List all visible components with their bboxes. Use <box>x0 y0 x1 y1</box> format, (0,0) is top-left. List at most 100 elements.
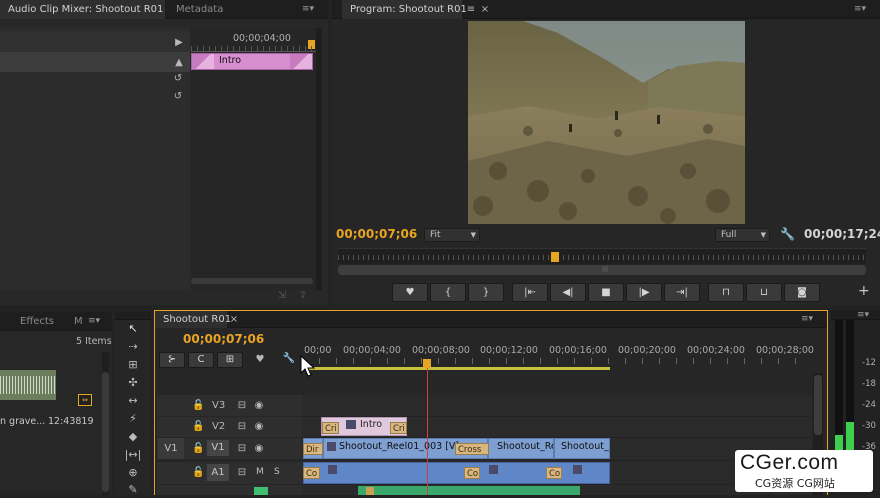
lock-icon[interactable]: 🔓 <box>192 467 204 479</box>
share-icon[interactable]: ⇪ <box>296 290 310 302</box>
transition-cross-dissolve[interactable]: Cross <box>455 443 489 455</box>
panel-menu-icon[interactable]: ≡▾ <box>852 2 868 16</box>
add-marker-timeline-button[interactable]: ⊞ <box>217 352 243 368</box>
video-frame[interactable] <box>468 21 745 224</box>
item-name[interactable]: n grave... <box>0 416 45 427</box>
horizontal-scrollbar[interactable] <box>191 278 313 284</box>
intro-clip[interactable]: Intro <box>191 53 313 70</box>
panel-menu-icon[interactable]: ≡▾ <box>86 314 102 328</box>
track-name-v1: V1 <box>207 440 229 456</box>
snap-button[interactable]: ⊱ <box>159 352 185 368</box>
track-select-tool-icon[interactable]: ⇢ <box>122 339 144 355</box>
source-patch-v1[interactable]: V1 <box>158 438 184 459</box>
program-current-time[interactable]: 00;00;07;06 <box>336 227 417 241</box>
sync-lock-icon[interactable]: ⊟ <box>236 421 248 433</box>
step-back-button[interactable]: ◀| <box>550 283 586 302</box>
lift-button[interactable]: ⊓ <box>708 283 744 302</box>
extract-button[interactable]: ⊔ <box>746 283 782 302</box>
vertical-scrollbar[interactable] <box>316 28 322 290</box>
ruler-tick-label: 00;00;16;00 <box>549 345 607 356</box>
v1-clip-shootout[interactable]: Shootout_ <box>554 438 610 459</box>
export-frame-button[interactable]: ◙ <box>784 283 820 302</box>
selected-row[interactable] <box>0 52 190 72</box>
timeline-playhead-marker[interactable] <box>423 359 431 368</box>
tab-effects[interactable]: Effects <box>12 312 62 331</box>
razor-tool-icon[interactable]: ⚡ <box>122 411 144 427</box>
transition-cross-dissolve[interactable]: Cri <box>390 422 407 434</box>
track-header-v3[interactable] <box>157 395 302 416</box>
program-zoom-bar[interactable]: ||| <box>338 265 866 275</box>
hand-tool-icon[interactable]: ✎ <box>122 482 144 498</box>
eye-icon[interactable]: ◉ <box>253 400 265 412</box>
reset-icon[interactable]: ↺ <box>172 73 184 85</box>
track-header-v2[interactable] <box>157 417 302 437</box>
tab-shootout-r01[interactable]: Shootout R01 <box>155 311 231 328</box>
mute-button[interactable]: M <box>256 467 264 477</box>
expand-arrow-icon[interactable]: ▶ <box>174 37 184 49</box>
mouse-cursor-icon <box>300 354 316 377</box>
transition-dip[interactable]: Dir <box>303 443 323 455</box>
a2-audio-clip[interactable] <box>358 486 580 495</box>
solo-button[interactable]: S <box>274 467 280 477</box>
transition-cross-dissolve[interactable]: Cri <box>322 422 339 434</box>
reset-icon[interactable]: ↺ <box>172 91 184 103</box>
work-area-bar[interactable] <box>304 367 610 370</box>
close-tab-icon[interactable]: × <box>480 4 490 16</box>
program-scrubber[interactable] <box>338 248 866 264</box>
zoom-dropdown[interactable]: Fit ▼ <box>424 228 480 242</box>
a1-audio-clip[interactable] <box>303 462 610 484</box>
track-header-a1[interactable] <box>157 462 302 484</box>
panel-menu-icon[interactable]: ≡▾ <box>855 308 871 322</box>
lock-icon[interactable]: 🔓 <box>192 400 204 412</box>
panel-menu-icon[interactable]: ≡▾ <box>799 312 815 326</box>
step-forward-button[interactable]: |▶ <box>626 283 662 302</box>
resolution-dropdown[interactable]: Full ▼ <box>715 228 770 242</box>
audio-thumbnail[interactable] <box>0 370 56 400</box>
ripple-edit-tool-icon[interactable]: ⊞ <box>122 357 144 373</box>
export-icon[interactable]: ⇲ <box>275 290 289 302</box>
project-scrollbar[interactable] <box>102 352 109 495</box>
slide-tool-icon[interactable]: |↔| <box>122 447 144 463</box>
linked-selection-button[interactable]: C <box>188 352 214 368</box>
eye-icon[interactable]: ◉ <box>253 443 265 455</box>
marker-icon[interactable]: ♥ <box>254 354 266 366</box>
slip-tool-icon[interactable]: ◆ <box>122 429 144 445</box>
add-marker-button[interactable]: ♥ <box>392 283 428 302</box>
sync-lock-icon[interactable]: ⊟ <box>236 467 248 479</box>
timeline-playhead-line[interactable] <box>427 368 428 495</box>
lock-icon[interactable]: 🔓 <box>192 421 204 433</box>
program-playhead-marker[interactable] <box>551 252 559 262</box>
eye-icon[interactable]: ◉ <box>253 421 265 433</box>
sync-lock-icon[interactable]: ⊟ <box>236 400 248 412</box>
go-to-out-button[interactable]: ⇥| <box>664 283 700 302</box>
tab-program[interactable]: Program: Shootout R01 <box>342 0 467 19</box>
stop-button[interactable]: ■ <box>588 283 624 302</box>
audio-transition[interactable]: Co <box>303 467 320 479</box>
tab-metadata[interactable]: Metadata <box>168 0 231 19</box>
selection-tool-icon[interactable]: ↖ <box>122 321 144 337</box>
audio-transition[interactable]: Co <box>546 467 562 479</box>
audio-transition[interactable]: Co <box>464 467 480 479</box>
tab-audio-clip-mixer[interactable]: Audio Clip Mixer: Shootout R01 <box>0 0 165 19</box>
collapse-arrow-icon[interactable]: ▲ <box>174 57 184 69</box>
add-button[interactable]: + <box>858 283 870 299</box>
lock-icon[interactable]: 🔓 <box>192 443 204 455</box>
timeline-current-time[interactable]: 00;00;07;06 <box>183 332 264 346</box>
v1-clip-shootout-re[interactable]: Shootout_Re <box>488 438 554 459</box>
go-to-in-button[interactable]: |⇤ <box>512 283 548 302</box>
mark-in-button[interactable]: { <box>430 283 466 302</box>
a2-mute-button[interactable] <box>254 487 268 495</box>
track-header-a2[interactable] <box>157 485 302 495</box>
mark-out-button[interactable]: } <box>468 283 504 302</box>
pen-tool-icon[interactable]: ⊕ <box>122 465 144 481</box>
rate-stretch-tool-icon[interactable]: ↔ <box>122 393 144 409</box>
program-menu-icon[interactable]: ≡ <box>464 4 478 16</box>
wrench-icon[interactable]: 🔧 <box>780 228 795 240</box>
rolling-edit-tool-icon[interactable]: ✣ <box>122 375 144 391</box>
panel-menu-icon[interactable]: ≡▾ <box>300 2 316 16</box>
wrench-icon[interactable]: 🔧 <box>282 353 296 365</box>
close-tab-icon[interactable]: × <box>229 314 239 326</box>
track-name-v3: V3 <box>212 400 226 411</box>
meter-tab-bar: ≡▾ <box>831 310 880 320</box>
sync-lock-icon[interactable]: ⊟ <box>236 443 248 455</box>
